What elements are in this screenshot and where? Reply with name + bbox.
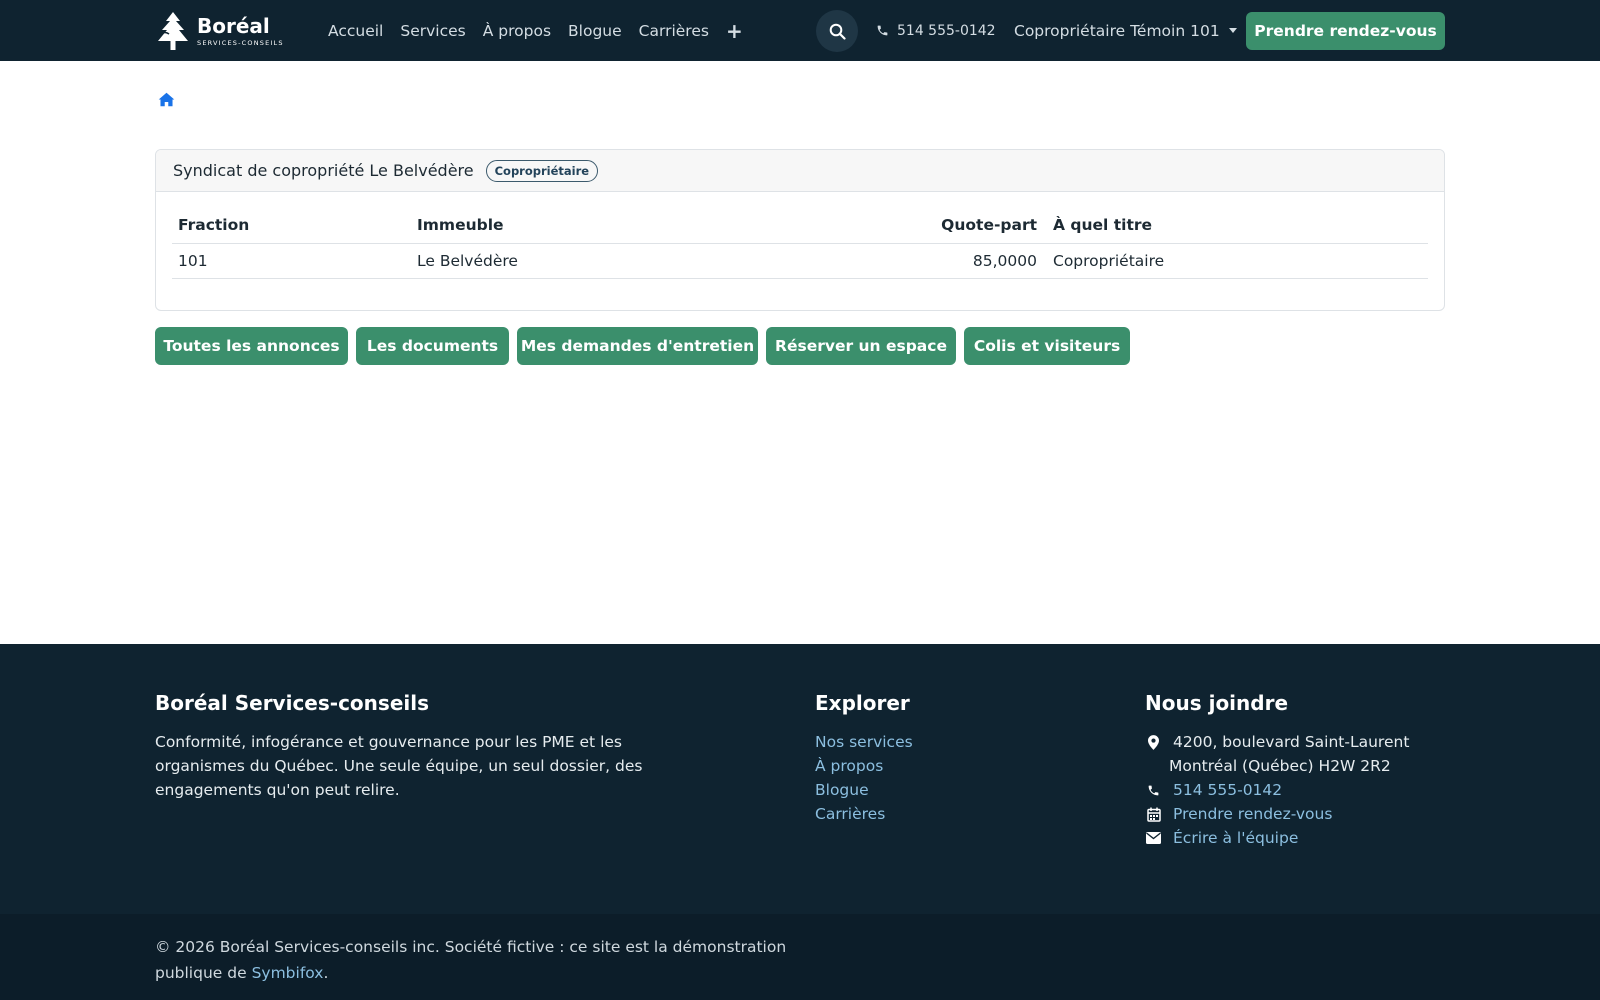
search-icon — [829, 23, 846, 40]
footer-booking-link[interactable]: Prendre rendez-vous — [1173, 802, 1332, 826]
col-quote-part: Quote-part — [763, 208, 1047, 244]
maintenance-requests-button[interactable]: Mes demandes d'entretien — [517, 327, 758, 365]
nav-link-carrieres[interactable]: Carrières — [639, 22, 709, 40]
table-header-row: Fraction Immeuble Quote-part À quel titr… — [172, 208, 1428, 244]
phone-icon — [877, 25, 888, 36]
caret-down-icon — [1228, 28, 1237, 33]
nav-link-accueil[interactable]: Accueil — [328, 22, 383, 40]
calendar-icon — [1145, 802, 1162, 826]
cell-quote-part: 85,0000 — [763, 243, 1047, 279]
reserve-space-button[interactable]: Réserver un espace — [766, 327, 956, 365]
footer-email-link[interactable]: Écrire à l'équipe — [1173, 826, 1298, 850]
brand-text: Boréal SERVICES-CONSEILS — [197, 16, 284, 47]
brand-tagline: SERVICES-CONSEILS — [197, 38, 284, 47]
address-line-1: 4200, boulevard Saint-Laurent — [1173, 733, 1410, 751]
map-pin-icon — [1145, 730, 1162, 754]
plus-icon[interactable]: + — [726, 21, 743, 41]
copyright-text: © 2026 Boréal Services-conseils inc. Soc… — [155, 934, 795, 986]
announcements-button[interactable]: Toutes les annonces — [155, 327, 348, 365]
col-immeuble: Immeuble — [411, 208, 763, 244]
syndicate-card: Syndicat de copropriété Le Belvédère Cop… — [155, 149, 1445, 311]
footer-link-a-propos[interactable]: À propos — [815, 754, 1115, 778]
main-nav: Accueil Services À propos Blogue Carrièr… — [328, 0, 743, 61]
breadcrumb-home[interactable] — [158, 92, 176, 110]
brand-logo[interactable]: Boréal SERVICES-CONSEILS — [155, 10, 284, 52]
footer-booking: Prendre rendez-vous — [1145, 802, 1445, 826]
footer-address: 4200, boulevard Saint-Laurent — [1145, 730, 1445, 754]
footer-contact: Nous joindre 4200, boulevard Saint-Laure… — [1145, 691, 1445, 850]
phone-number: 514 555-0142 — [897, 22, 996, 39]
action-buttons: Toutes les annonces Les documents Mes de… — [155, 327, 1138, 365]
footer-phone-link[interactable]: 514 555-0142 — [1173, 778, 1282, 802]
pine-tree-icon — [158, 12, 188, 50]
footer-explore: Explorer Nos services À propos Blogue Ca… — [815, 691, 1115, 826]
footer-link-blogue[interactable]: Blogue — [815, 778, 1115, 802]
search-button[interactable] — [816, 10, 858, 52]
copyright-suffix: . — [323, 964, 329, 982]
role-badge: Copropriétaire — [485, 159, 599, 182]
cell-titre: Copropriétaire — [1047, 243, 1428, 279]
footer-link-services[interactable]: Nos services — [815, 730, 1115, 754]
address-line-2: Montréal (Québec) H2W 2R2 — [1169, 757, 1391, 775]
nav-link-a-propos[interactable]: À propos — [483, 22, 551, 40]
syndicate-title: Syndicat de copropriété Le Belvédère — [173, 161, 474, 180]
user-name: Copropriétaire Témoin 101 — [1014, 21, 1220, 40]
user-menu-dropdown[interactable]: Copropriétaire Témoin 101 — [1014, 0, 1237, 61]
home-icon — [158, 92, 175, 107]
footer-address-line-2: Montréal (Québec) H2W 2R2 — [1145, 754, 1445, 778]
footer-email: Écrire à l'équipe — [1145, 826, 1445, 850]
footer: Boréal Services-conseils Conformité, inf… — [0, 644, 1600, 914]
parcels-visitors-button[interactable]: Colis et visiteurs — [964, 327, 1130, 365]
card-header: Syndicat de copropriété Le Belvédère Cop… — [156, 150, 1444, 192]
cell-immeuble: Le Belvédère — [411, 243, 763, 279]
footer-contact-heading: Nous joindre — [1145, 691, 1289, 715]
footer-link-carrieres[interactable]: Carrières — [815, 802, 1115, 826]
col-titre: À quel titre — [1047, 208, 1428, 244]
phone-link[interactable]: 514 555-0142 — [876, 0, 996, 61]
symbifox-link[interactable]: Symbifox — [252, 964, 324, 982]
table-row: 101 Le Belvédère 85,0000 Copropriétaire — [172, 243, 1428, 279]
book-appointment-button[interactable]: Prendre rendez-vous — [1246, 12, 1445, 50]
footer-explore-heading: Explorer — [815, 691, 910, 715]
nav-link-blogue[interactable]: Blogue — [568, 22, 622, 40]
nav-link-services[interactable]: Services — [400, 22, 465, 40]
footer-about-text: Conformité, infogérance et gouvernance p… — [155, 733, 643, 799]
documents-button[interactable]: Les documents — [356, 327, 509, 365]
brand-name: Boréal — [197, 13, 270, 38]
footer-bottom-bar: © 2026 Boréal Services-conseils inc. Soc… — [0, 914, 1600, 1000]
footer-about-heading: Boréal Services-conseils — [155, 691, 429, 715]
envelope-icon — [1145, 826, 1162, 850]
footer-phone: 514 555-0142 — [1145, 778, 1445, 802]
cell-fraction: 101 — [172, 243, 411, 279]
col-fraction: Fraction — [172, 208, 411, 244]
navbar: Boréal SERVICES-CONSEILS Accueil Service… — [0, 0, 1600, 61]
fractions-table: Fraction Immeuble Quote-part À quel titr… — [172, 208, 1428, 279]
footer-about: Boréal Services-conseils Conformité, inf… — [155, 691, 675, 802]
copyright-prefix: © 2026 Boréal Services-conseils inc. Soc… — [155, 938, 787, 982]
phone-icon — [1145, 778, 1162, 802]
